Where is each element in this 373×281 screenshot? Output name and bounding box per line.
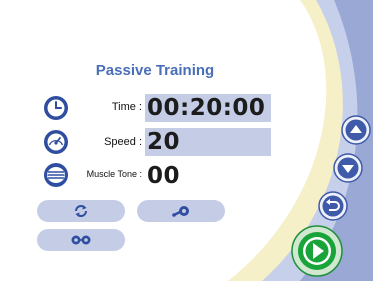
muscle-tone-value: 00 (147, 163, 181, 189)
reverse-pedal-button[interactable] (37, 229, 125, 251)
refresh-icon (75, 205, 87, 217)
back-button[interactable] (318, 191, 348, 221)
speed-value: 20 (145, 128, 271, 156)
start-button[interactable] (291, 225, 343, 277)
muscle-tone-label: Muscle Tone : (86, 169, 142, 179)
page-title: Passive Training (95, 62, 215, 79)
up-button[interactable] (341, 115, 371, 145)
time-value: 00:20:00 (145, 94, 271, 122)
pedal-button[interactable] (137, 200, 225, 222)
speed-label: Speed : (104, 136, 142, 148)
speedometer-icon (44, 130, 68, 154)
pedal-icon (172, 206, 189, 217)
clock-icon (44, 96, 68, 120)
reverse-pedal-icon (71, 235, 91, 245)
rotate-button[interactable] (37, 200, 125, 222)
down-button[interactable] (333, 153, 363, 183)
time-label: Time : (111, 101, 142, 113)
passive-training-screen: Passive Training Time : 00:20:00 Speed :… (0, 0, 373, 281)
